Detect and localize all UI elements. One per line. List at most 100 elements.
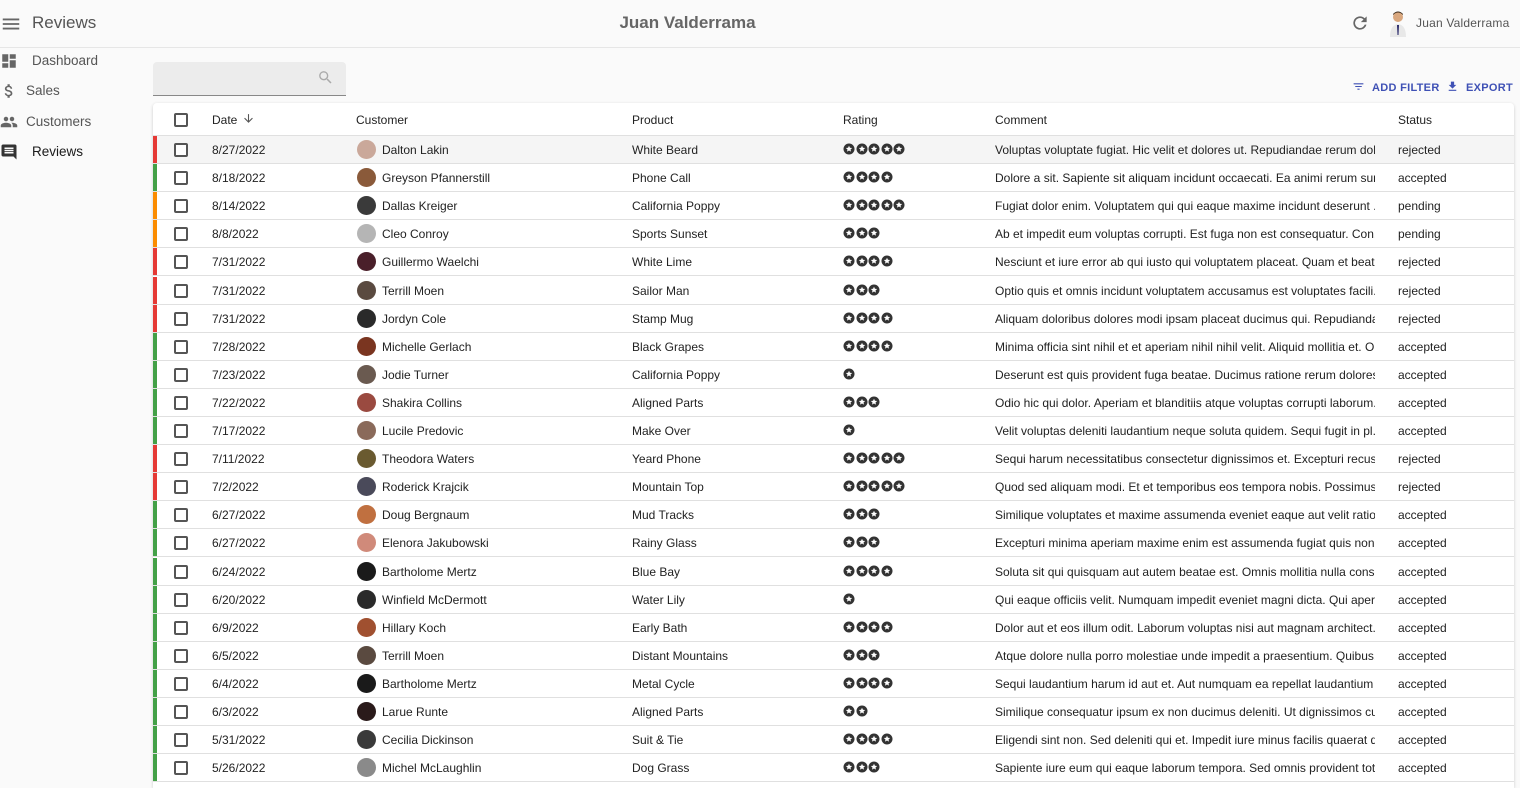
product-cell[interactable]: California Poppy	[632, 199, 837, 213]
table-row[interactable]: 7/23/2022 Jodie Turner California Poppy Des…	[153, 360, 1514, 389]
row-checkbox[interactable]	[174, 395, 188, 410]
table-row[interactable]: 7/28/2022 Michelle Gerlach Black Grapes Min…	[153, 332, 1514, 361]
product-cell[interactable]: Blue Bay	[632, 565, 837, 579]
customer-cell[interactable]: Cleo Conroy	[382, 227, 627, 241]
customer-cell[interactable]: Shakira Collins	[382, 396, 627, 410]
customer-cell[interactable]: Greyson Pfannerstill	[382, 171, 627, 185]
table-row[interactable]: 7/31/2022 Guillermo Waelchi White Lime Nesc…	[153, 248, 1514, 277]
user-name[interactable]: Juan Valderrama	[1416, 16, 1510, 30]
row-checkbox[interactable]	[174, 255, 188, 270]
header-comment[interactable]: Comment	[995, 113, 1047, 127]
sidebar-item-sales[interactable]: Sales	[0, 78, 150, 106]
header-product[interactable]: Product	[632, 113, 673, 127]
customer-cell[interactable]: Guillermo Waelchi	[382, 255, 627, 269]
product-cell[interactable]: Sailor Man	[632, 284, 837, 298]
add-filter-button[interactable]: ADD FILTER	[1352, 79, 1439, 97]
product-cell[interactable]: Phone Call	[632, 171, 837, 185]
header-customer[interactable]: Customer	[356, 113, 408, 127]
customer-cell[interactable]: Terrill Moen	[382, 649, 627, 663]
row-checkbox[interactable]	[174, 733, 188, 748]
select-all-checkbox[interactable]	[174, 113, 188, 127]
row-checkbox[interactable]	[174, 592, 188, 607]
product-cell[interactable]: Make Over	[632, 424, 837, 438]
table-row[interactable]: 7/31/2022 Terrill Moen Sailor Man Optio qui…	[153, 276, 1514, 305]
table-row[interactable]: 5/31/2022 Cecilia Dickinson Suit & Tie Elig…	[153, 726, 1514, 755]
table-row[interactable]: 7/22/2022 Shakira Collins Aligned Parts Odi…	[153, 388, 1514, 417]
product-cell[interactable]: Sports Sunset	[632, 227, 837, 241]
customer-cell[interactable]: Jordyn Cole	[382, 312, 627, 326]
search-input[interactable]	[161, 70, 311, 88]
customer-cell[interactable]: Dallas Kreiger	[382, 199, 627, 213]
table-row[interactable]: 7/17/2022 Lucile Predovic Make Over Velit v…	[153, 417, 1514, 446]
table-row[interactable]: 8/18/2022 Greyson Pfannerstill Phone Call D…	[153, 164, 1514, 193]
row-checkbox[interactable]	[174, 367, 188, 382]
customer-cell[interactable]: Lucile Predovic	[382, 424, 627, 438]
sidebar-item-reviews[interactable]: Reviews	[0, 139, 150, 167]
customer-cell[interactable]: Theodora Waters	[382, 452, 627, 466]
row-checkbox[interactable]	[174, 508, 188, 523]
row-checkbox[interactable]	[174, 676, 188, 691]
refresh-icon[interactable]	[1350, 13, 1370, 33]
table-row[interactable]: 8/27/2022 Dalton Lakin White Beard Voluptas…	[153, 136, 1514, 165]
table-row[interactable]: 7/2/2022 Roderick Krajcik Mountain Top Quod…	[153, 473, 1514, 502]
export-button[interactable]: EXPORT	[1446, 79, 1513, 97]
product-cell[interactable]: Dog Grass	[632, 761, 837, 775]
product-cell[interactable]: Rainy Glass	[632, 536, 837, 550]
user-avatar[interactable]	[1385, 9, 1411, 37]
product-cell[interactable]: Metal Cycle	[632, 677, 837, 691]
customer-cell[interactable]: Elenora Jakubowski	[382, 536, 627, 550]
row-checkbox[interactable]	[174, 761, 188, 776]
customer-cell[interactable]: Larue Runte	[382, 705, 627, 719]
table-row[interactable]: 6/9/2022 Hillary Koch Early Bath Dolor aut …	[153, 613, 1514, 642]
sidebar-item-customers[interactable]: Customers	[0, 109, 150, 137]
row-checkbox[interactable]	[174, 199, 188, 214]
sidebar-item-dashboard[interactable]: Dashboard	[0, 48, 150, 76]
table-row[interactable]: 8/8/2022 Cleo Conroy Sports Sunset Ab et im…	[153, 220, 1514, 249]
row-checkbox[interactable]	[174, 480, 188, 495]
customer-cell[interactable]: Terrill Moen	[382, 284, 627, 298]
row-checkbox[interactable]	[174, 620, 188, 635]
header-rating[interactable]: Rating	[843, 113, 878, 127]
product-cell[interactable]: Water Lily	[632, 593, 837, 607]
customer-cell[interactable]: Hillary Koch	[382, 621, 627, 635]
product-cell[interactable]: White Lime	[632, 255, 837, 269]
product-cell[interactable]: Stamp Mug	[632, 312, 837, 326]
customer-cell[interactable]: Bartholome Mertz	[382, 677, 627, 691]
header-status[interactable]: Status	[1398, 113, 1432, 127]
customer-cell[interactable]: Michelle Gerlach	[382, 340, 627, 354]
row-checkbox[interactable]	[174, 648, 188, 663]
row-checkbox[interactable]	[174, 705, 188, 719]
row-checkbox[interactable]	[174, 171, 188, 186]
customer-cell[interactable]: Dalton Lakin	[382, 143, 627, 157]
row-checkbox[interactable]	[174, 564, 188, 579]
customer-cell[interactable]: Doug Bergnaum	[382, 508, 627, 522]
row-checkbox[interactable]	[174, 311, 188, 326]
product-cell[interactable]: Mud Tracks	[632, 508, 837, 522]
table-row[interactable]: 6/20/2022 Winfield McDermott Water Lily Qui…	[153, 585, 1514, 614]
product-cell[interactable]: Black Grapes	[632, 340, 837, 354]
customer-cell[interactable]: Winfield McDermott	[382, 593, 627, 607]
row-checkbox[interactable]	[174, 339, 188, 354]
table-row[interactable]: 6/5/2022 Terrill Moen Distant Mountains Atq…	[153, 641, 1514, 670]
customer-cell[interactable]: Jodie Turner	[382, 368, 627, 382]
table-row[interactable]: 7/11/2022 Theodora Waters Yeard Phone Sequi…	[153, 445, 1514, 474]
product-cell[interactable]: California Poppy	[632, 368, 837, 382]
customer-cell[interactable]: Roderick Krajcik	[382, 480, 627, 494]
row-checkbox[interactable]	[174, 452, 188, 467]
row-checkbox[interactable]	[174, 536, 188, 551]
table-row[interactable]: 6/27/2022 Doug Bergnaum Mud Tracks Similiqu…	[153, 501, 1514, 530]
customer-cell[interactable]: Michel McLaughlin	[382, 761, 627, 775]
product-cell[interactable]: Suit & Tie	[632, 733, 837, 747]
product-cell[interactable]: Mountain Top	[632, 480, 837, 494]
header-date[interactable]: Date	[212, 113, 253, 127]
product-cell[interactable]: Distant Mountains	[632, 649, 837, 663]
table-row[interactable]: 6/3/2022 Larue Runte Aligned Parts Similiqu…	[153, 698, 1514, 727]
table-row[interactable]: 6/24/2022 Bartholome Mertz Blue Bay Soluta …	[153, 557, 1514, 586]
table-row[interactable]: 8/14/2022 Dallas Kreiger California Poppy F…	[153, 192, 1514, 221]
table-row[interactable]: 5/26/2022 Michel McLaughlin Dog Grass Sapie…	[153, 754, 1514, 783]
table-row[interactable]: 7/31/2022 Jordyn Cole Stamp Mug Aliquam dol…	[153, 304, 1514, 333]
product-cell[interactable]: Aligned Parts	[632, 396, 837, 410]
product-cell[interactable]: Yeard Phone	[632, 452, 837, 466]
row-checkbox[interactable]	[174, 227, 188, 242]
product-cell[interactable]: Early Bath	[632, 621, 837, 635]
